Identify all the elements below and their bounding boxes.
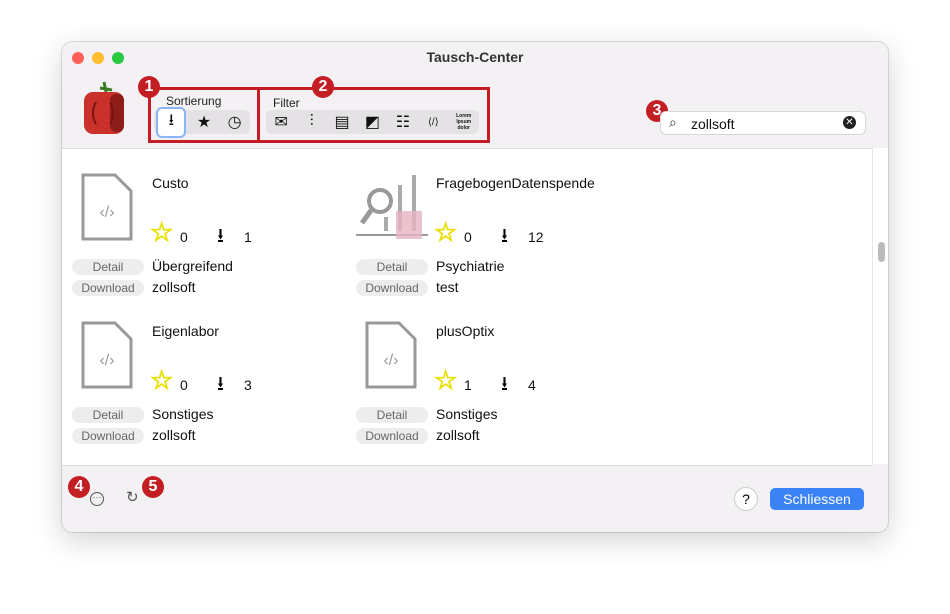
item-author: zollsoft <box>436 427 480 443</box>
svg-text:‹/›: ‹/› <box>99 352 114 369</box>
item-name: Eigenlabor <box>152 323 219 339</box>
scrollbar-thumb[interactable] <box>878 242 885 262</box>
items-grid: ‹/› Custo ☆ 0 ⭳ 1 Detail Übergreifend Do… <box>62 148 872 466</box>
detail-button[interactable]: Detail <box>72 407 144 423</box>
code-file-icon: ‹/› <box>365 321 417 389</box>
item-author: test <box>436 279 459 295</box>
download-count: 1 <box>244 229 252 245</box>
window-title: Tausch-Center <box>426 49 524 65</box>
svg-text:‹/›: ‹/› <box>99 204 114 221</box>
sort-by-rating-star-icon[interactable]: ★ <box>191 112 217 132</box>
item-category: Übergreifend <box>152 258 233 274</box>
download-count: 12 <box>528 229 544 245</box>
download-count-icon: ⭳ <box>217 373 224 395</box>
detail-button[interactable]: Detail <box>356 259 428 275</box>
marker-5: 5 <box>142 476 164 498</box>
sort-segmented-control: ⭳ ★ ◷ <box>154 106 250 138</box>
marker-4: 4 <box>68 476 90 498</box>
download-button[interactable]: Download <box>72 280 144 296</box>
filter-segmented-control: ✉ ⫶ ▤ ◩ ☷ ⟨/⟩ Lorem Ipsum dolor <box>266 110 479 134</box>
download-button[interactable]: Download <box>356 280 428 296</box>
marker-1: 1 <box>138 76 160 98</box>
filter-lorem-text-icon[interactable]: Lorem Ipsum dolor <box>451 113 477 131</box>
filter-code-file-icon[interactable]: ⟨/⟩ <box>420 117 446 128</box>
rating-count: 0 <box>180 377 188 393</box>
download-count: 4 <box>528 377 536 393</box>
item-card: ‹/› Custo ☆ 0 ⭳ 1 Detail Übergreifend Do… <box>72 173 352 303</box>
item-category: Psychiatrie <box>436 258 505 274</box>
detail-button[interactable]: Detail <box>356 407 428 423</box>
download-button[interactable]: Download <box>72 428 144 444</box>
download-count-icon: ⭳ <box>501 373 508 395</box>
clear-search-icon[interactable]: ✕ <box>843 116 856 129</box>
sort-by-date-clock-icon[interactable]: ◷ <box>222 112 248 132</box>
app-logo <box>84 81 124 134</box>
rating-star-icon[interactable]: ☆ <box>149 365 173 396</box>
sort-by-downloads-download-icon[interactable]: ⭳ <box>156 106 187 138</box>
item-name: FragebogenDatenspende <box>436 175 595 191</box>
tausch-center-window: Tausch-Center Sortierung ⭳ ★ ◷ Filter ✉ … <box>62 42 888 532</box>
item-card: ‹/› plusOptix ☆ 1 ⭳ 4 Detail Sonstiges D… <box>356 321 636 451</box>
refresh-icon[interactable]: ↻ <box>126 488 139 506</box>
rating-count: 1 <box>464 377 472 393</box>
download-count: 3 <box>244 377 252 393</box>
download-count-icon: ⭳ <box>501 225 508 247</box>
marker-2: 2 <box>312 76 334 98</box>
filter-folder-edit-icon[interactable]: ◩ <box>359 112 385 132</box>
item-author: zollsoft <box>152 427 196 443</box>
sort-label: Sortierung <box>166 94 222 108</box>
item-category: Sonstiges <box>152 406 214 422</box>
item-card: FragebogenDatenspende ☆ 0 ⭳ 12 Detail Ps… <box>356 173 636 303</box>
more-options-icon[interactable]: ··· <box>90 492 104 506</box>
download-button[interactable]: Download <box>356 428 428 444</box>
rating-count: 0 <box>464 229 472 245</box>
rating-star-icon[interactable]: ☆ <box>433 365 457 396</box>
rating-count: 0 <box>180 229 188 245</box>
vertical-scrollbar[interactable] <box>872 148 888 464</box>
item-category: Sonstiges <box>436 406 498 422</box>
rating-star-icon[interactable]: ☆ <box>149 217 173 248</box>
search-input[interactable]: zollsoft <box>691 116 735 132</box>
close-button[interactable]: Schliessen <box>770 488 864 510</box>
filter-label: Filter <box>273 96 300 110</box>
filter-document-icon[interactable]: ▤ <box>329 112 355 132</box>
rating-star-icon[interactable]: ☆ <box>433 217 457 248</box>
filter-checklist-icon[interactable]: ☷ <box>390 112 416 132</box>
search-icon: ⌕ <box>669 114 677 130</box>
svg-text:‹/›: ‹/› <box>383 352 398 369</box>
item-author: zollsoft <box>152 279 196 295</box>
code-file-icon: ‹/› <box>81 321 133 389</box>
download-count-icon: ⭳ <box>217 225 224 247</box>
filter-analytics-icon[interactable]: ⫶ <box>299 113 325 131</box>
item-card: ‹/› Eigenlabor ☆ 0 ⭳ 3 Detail Sonstiges … <box>72 321 352 451</box>
filter-mail-icon[interactable]: ✉ <box>268 112 294 132</box>
help-button[interactable]: ? <box>734 487 758 511</box>
search-field[interactable]: ⌕ zollsoft ✕ <box>660 111 866 135</box>
code-file-icon: ‹/› <box>81 173 133 241</box>
detail-button[interactable]: Detail <box>72 259 144 275</box>
item-name: Custo <box>152 175 189 191</box>
item-name: plusOptix <box>436 323 495 339</box>
sql-analytics-icon <box>356 175 428 239</box>
